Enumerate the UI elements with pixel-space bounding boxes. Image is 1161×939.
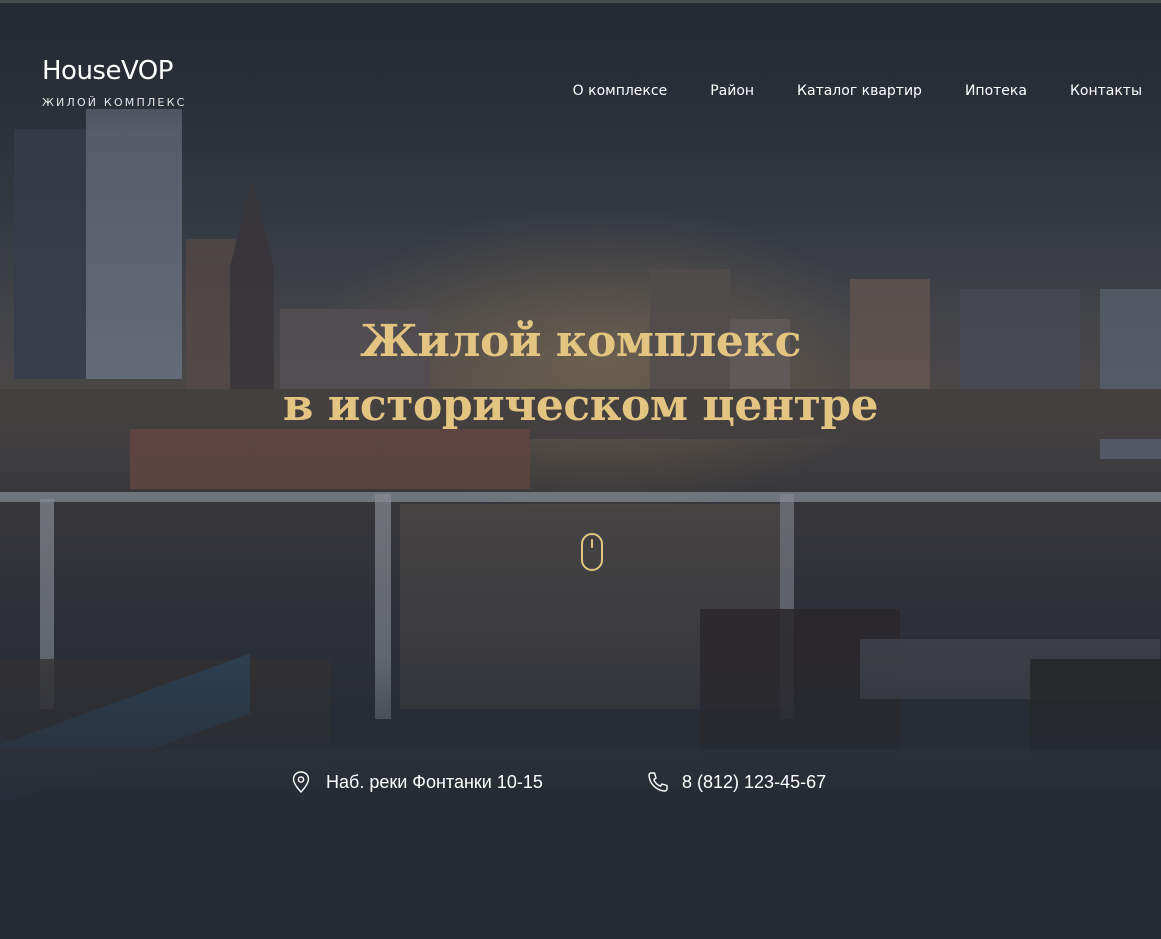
mouse-scroll-icon[interactable] [580,532,604,572]
nav-item-district[interactable]: Район [710,81,754,101]
phone[interactable]: 8 (812) 123-45-67 [646,770,826,794]
phone-icon [648,772,668,792]
logo-subtitle: ЖИЛОЙ КОМПЛЕКС [42,96,187,109]
nav-item-contacts[interactable]: Контакты [1070,81,1142,101]
nav-item-mortgage[interactable]: Ипотека [965,81,1027,101]
logo-name: HouseVOP [42,56,173,86]
hero-title-line-2: в историческом центре [282,380,879,431]
main-nav: О комплексе Район Каталог квартир Ипотек… [530,81,1142,101]
phone-number[interactable]: 8 (812) 123-45-67 [682,772,826,793]
hero-title-line-1: Жилой комплекс [360,316,801,367]
hero-overlay [0,0,1161,939]
nav-item-catalog[interactable]: Каталог квартир [797,81,922,101]
top-border [0,0,1161,3]
logo[interactable]: HouseVOP ЖИЛОЙ КОМПЛЕКС [42,56,186,109]
hero-title: Жилой комплекс в историческом центре [0,310,1161,438]
location-pin-icon [292,771,310,793]
address: Наб. реки Фонтанки 10-15 [290,770,543,794]
nav-item-about[interactable]: О комплексе [573,81,668,101]
address-text: Наб. реки Фонтанки 10-15 [326,771,543,792]
